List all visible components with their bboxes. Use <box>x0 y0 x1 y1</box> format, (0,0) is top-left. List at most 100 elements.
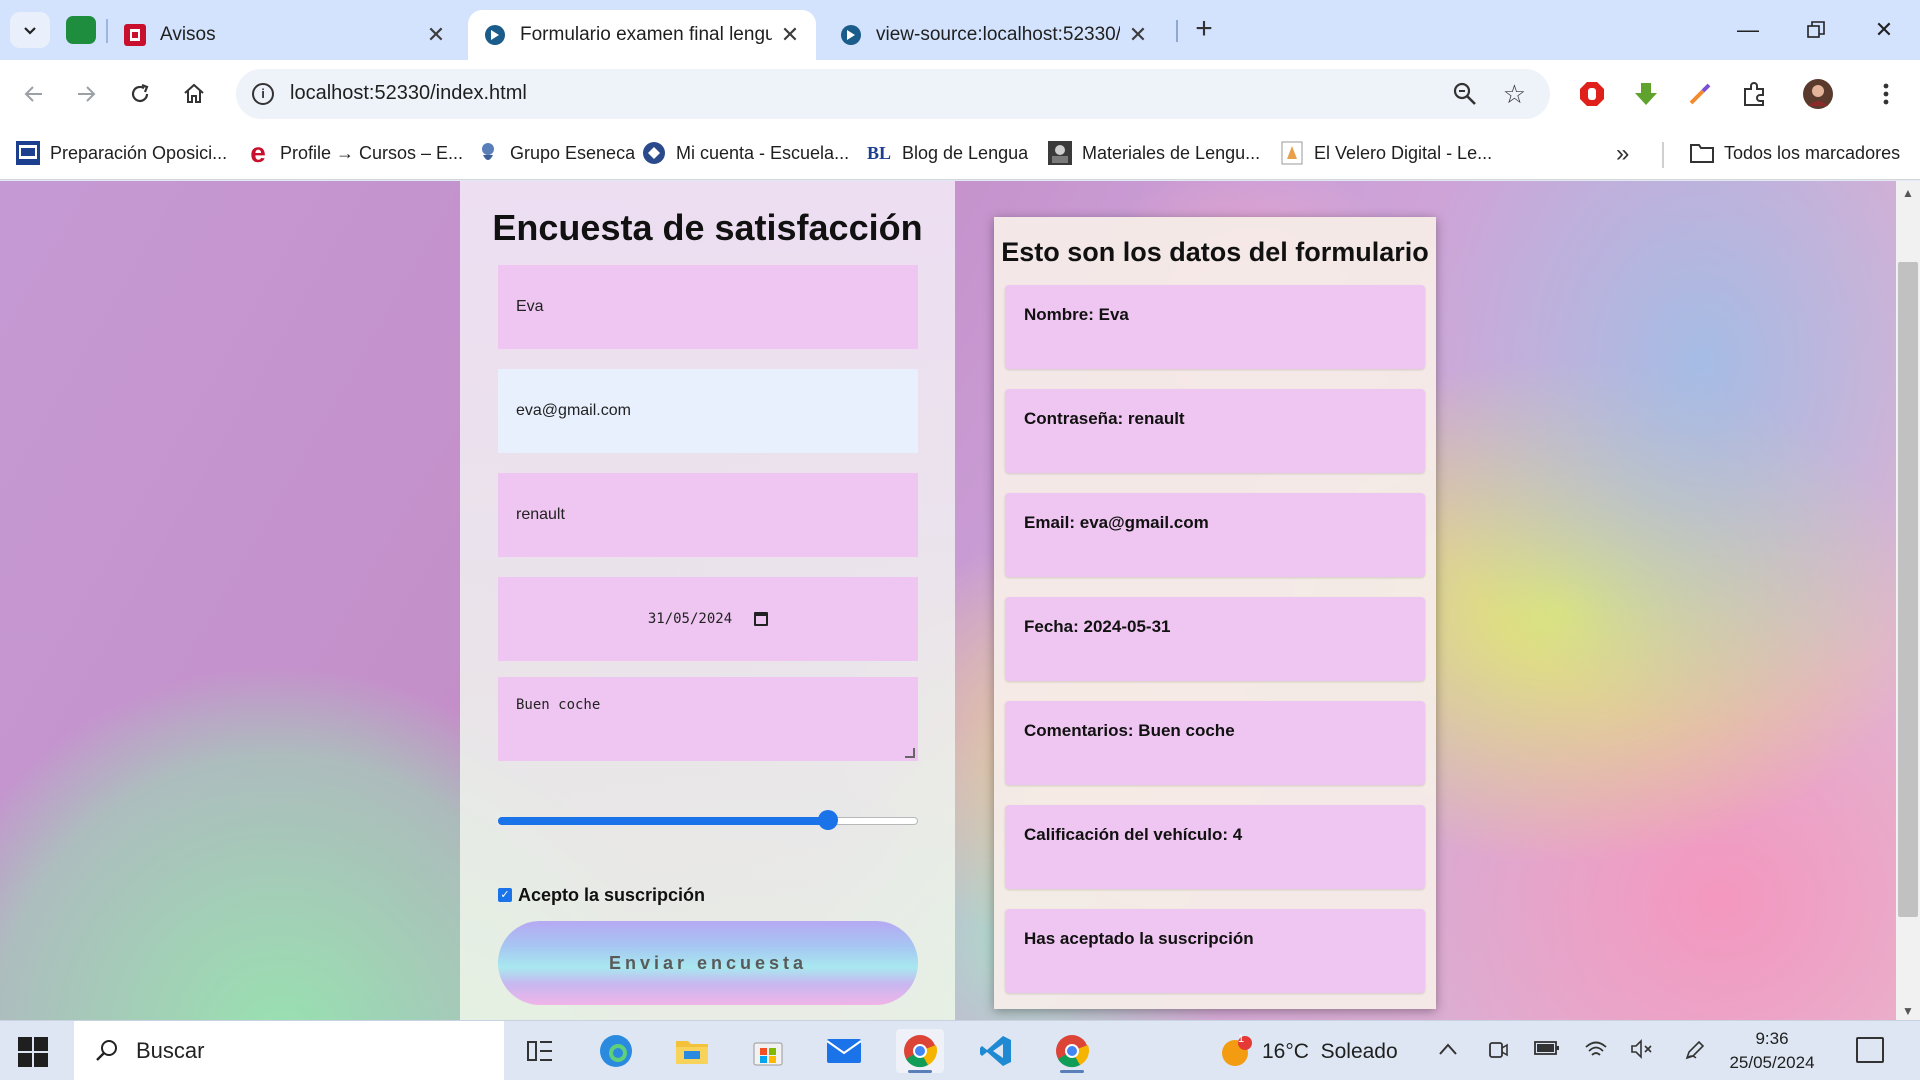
password-input[interactable] <box>498 473 918 557</box>
zoom-icon[interactable] <box>1452 81 1478 112</box>
weather-widget[interactable]: 16°C Soleado 1 <box>1220 1033 1398 1069</box>
notifications-icon[interactable] <box>1856 1037 1884 1063</box>
search-icon <box>96 1040 117 1061</box>
date-input[interactable]: 31/05/2024 <box>498 577 918 661</box>
chrome-second-icon[interactable] <box>1048 1029 1096 1073</box>
subscribe-checkbox[interactable]: ✓ <box>498 888 512 902</box>
result-item: Nombre: Eva <box>1005 285 1425 369</box>
taskbar-search-box[interactable]: Buscar <box>74 1021 504 1080</box>
profile-avatar[interactable] <box>1798 74 1838 114</box>
tab-avisos[interactable]: Avisos ✕ <box>108 10 462 60</box>
bookmark-item[interactable]: El Velero Digital - Le... <box>1280 138 1492 168</box>
survey-form: Encuesta de satisfacción 31/05/2024 Buen… <box>460 181 955 1020</box>
ieduca-icon <box>16 141 40 165</box>
tab-title: Formulario examen final lengua <box>520 24 772 45</box>
close-tab-icon[interactable]: ✕ <box>426 22 446 48</box>
edge-icon[interactable] <box>592 1029 640 1073</box>
velero-icon <box>1280 141 1304 165</box>
file-explorer-icon[interactable] <box>668 1029 716 1073</box>
browser-toolbar: i localhost:52330/index.html ☆ <box>0 60 1920 128</box>
name-input[interactable] <box>498 265 918 349</box>
site-info-icon[interactable]: i <box>252 83 274 105</box>
rating-slider-thumb[interactable] <box>818 810 838 830</box>
restore-icon[interactable] <box>1786 10 1846 50</box>
windows-start-icon[interactable] <box>18 1037 48 1067</box>
date-value: 31/05/2024 <box>647 611 733 627</box>
tab-title: view-source:localhost:52330/index.html <box>876 24 1120 45</box>
back-icon[interactable] <box>16 76 52 112</box>
all-bookmarks-button[interactable]: Todos los marcadores <box>1690 138 1900 168</box>
all-bookmarks-label: Todos los marcadores <box>1724 142 1901 163</box>
menu-kebab-icon[interactable] <box>1868 76 1904 112</box>
minimize-icon[interactable]: — <box>1718 10 1778 50</box>
bookmark-label: Mi cuenta - Escuela... <box>676 142 850 163</box>
bookmark-item[interactable]: Materiales de Lengu... <box>1048 138 1260 168</box>
tab-formulario[interactable]: Formulario examen final lengua ✕ <box>468 10 816 60</box>
bookmark-label: Grupo Eseneca <box>510 142 636 163</box>
pen-icon[interactable] <box>1684 1039 1706 1067</box>
more-bookmarks-icon[interactable]: » <box>1616 140 1629 168</box>
subscribe-label[interactable]: Acepto la suscripción <box>518 885 705 906</box>
volume-muted-icon[interactable] <box>1630 1039 1654 1065</box>
scroll-up-icon[interactable]: ▲ <box>1902 186 1914 200</box>
resize-grip-icon[interactable] <box>905 748 915 758</box>
scroll-down-icon[interactable]: ▼ <box>1902 1004 1914 1018</box>
wifi-icon[interactable] <box>1584 1039 1608 1065</box>
bookmarks-separator <box>1662 142 1664 168</box>
microsoft-store-icon[interactable] <box>744 1029 792 1073</box>
mail-icon[interactable] <box>820 1029 868 1073</box>
tab-view-source[interactable]: view-source:localhost:52330/index.html ✕ <box>824 10 1164 60</box>
calendar-icon[interactable] <box>754 612 769 626</box>
forward-icon[interactable] <box>68 76 104 112</box>
color-picker-extension-icon[interactable] <box>1682 76 1718 112</box>
bookmark-label: El Velero Digital - Le... <box>1314 142 1493 163</box>
windows-taskbar: Buscar 16°C Soleado 1 9:36 25/05/2024 <box>0 1020 1920 1080</box>
url-text[interactable]: localhost:52330/index.html <box>290 82 527 105</box>
result-item: Calificación del vehículo: 4 <box>1005 805 1425 889</box>
bookmark-label: Materiales de Lengu... <box>1082 142 1261 163</box>
result-item: Comentarios: Buen coche <box>1005 701 1425 785</box>
e-logo-icon: e <box>250 137 266 168</box>
adblock-extension-icon[interactable] <box>1574 76 1610 112</box>
tab-strip: Avisos ✕ Formulario examen final lengua … <box>0 0 1920 60</box>
bl-icon: BL <box>866 142 891 163</box>
vscode-icon[interactable] <box>972 1029 1020 1073</box>
meet-now-icon[interactable] <box>1488 1039 1508 1067</box>
download-extension-icon[interactable] <box>1628 76 1664 112</box>
home-icon[interactable] <box>176 76 212 112</box>
system-clock[interactable]: 9:36 25/05/2024 <box>1722 1027 1822 1075</box>
result-item: Fecha: 2024-05-31 <box>1005 597 1425 681</box>
scrollbar-thumb[interactable] <box>1898 262 1918 917</box>
submit-button[interactable]: Enviar encuesta <box>498 921 918 1005</box>
bookmark-item[interactable]: e Profile → Cursos – E... <box>246 137 463 168</box>
chrome-taskbar-icon[interactable] <box>896 1029 944 1073</box>
tab-group-chip[interactable] <box>66 16 96 44</box>
bookmarks-bar: Preparación Oposici... e Profile → Curso… <box>0 128 1920 180</box>
bookmark-item[interactable]: Mi cuenta - Escuela... <box>642 138 849 168</box>
eseneca-icon <box>476 141 500 165</box>
bookmark-item[interactable]: BL Blog de Lengua <box>866 138 1028 168</box>
close-tab-icon[interactable]: ✕ <box>780 22 800 48</box>
task-view-icon[interactable] <box>516 1029 564 1073</box>
avisos-favicon-icon <box>124 24 146 46</box>
result-item: Email: eva@gmail.com <box>1005 493 1425 577</box>
email-input[interactable] <box>498 369 918 453</box>
page-viewport: Encuesta de satisfacción 31/05/2024 Buen… <box>0 181 1896 1020</box>
reload-icon[interactable] <box>122 76 158 112</box>
weather-badge: 1 <box>1238 1033 1245 1045</box>
battery-icon[interactable] <box>1534 1039 1560 1062</box>
new-tab-icon[interactable]: + <box>1188 14 1220 46</box>
close-window-icon[interactable]: ✕ <box>1854 10 1914 50</box>
bookmark-item[interactable]: Grupo Eseneca <box>476 138 635 168</box>
close-tab-icon[interactable]: ✕ <box>1128 22 1148 48</box>
bookmark-label: Preparación Oposici... <box>50 142 228 163</box>
submit-label: Enviar encuesta <box>608 952 808 973</box>
tray-chevron-up-icon[interactable] <box>1438 1039 1458 1062</box>
bookmark-item[interactable]: Preparación Oposici... <box>16 138 227 168</box>
tab-search-button[interactable] <box>10 12 50 48</box>
globe-favicon-icon <box>485 25 505 45</box>
comments-textarea[interactable]: Buen coche <box>498 677 918 761</box>
address-bar[interactable]: i localhost:52330/index.html ☆ <box>236 69 1550 119</box>
bookmark-star-icon[interactable]: ☆ <box>1503 79 1526 110</box>
extensions-puzzle-icon[interactable] <box>1736 76 1772 112</box>
